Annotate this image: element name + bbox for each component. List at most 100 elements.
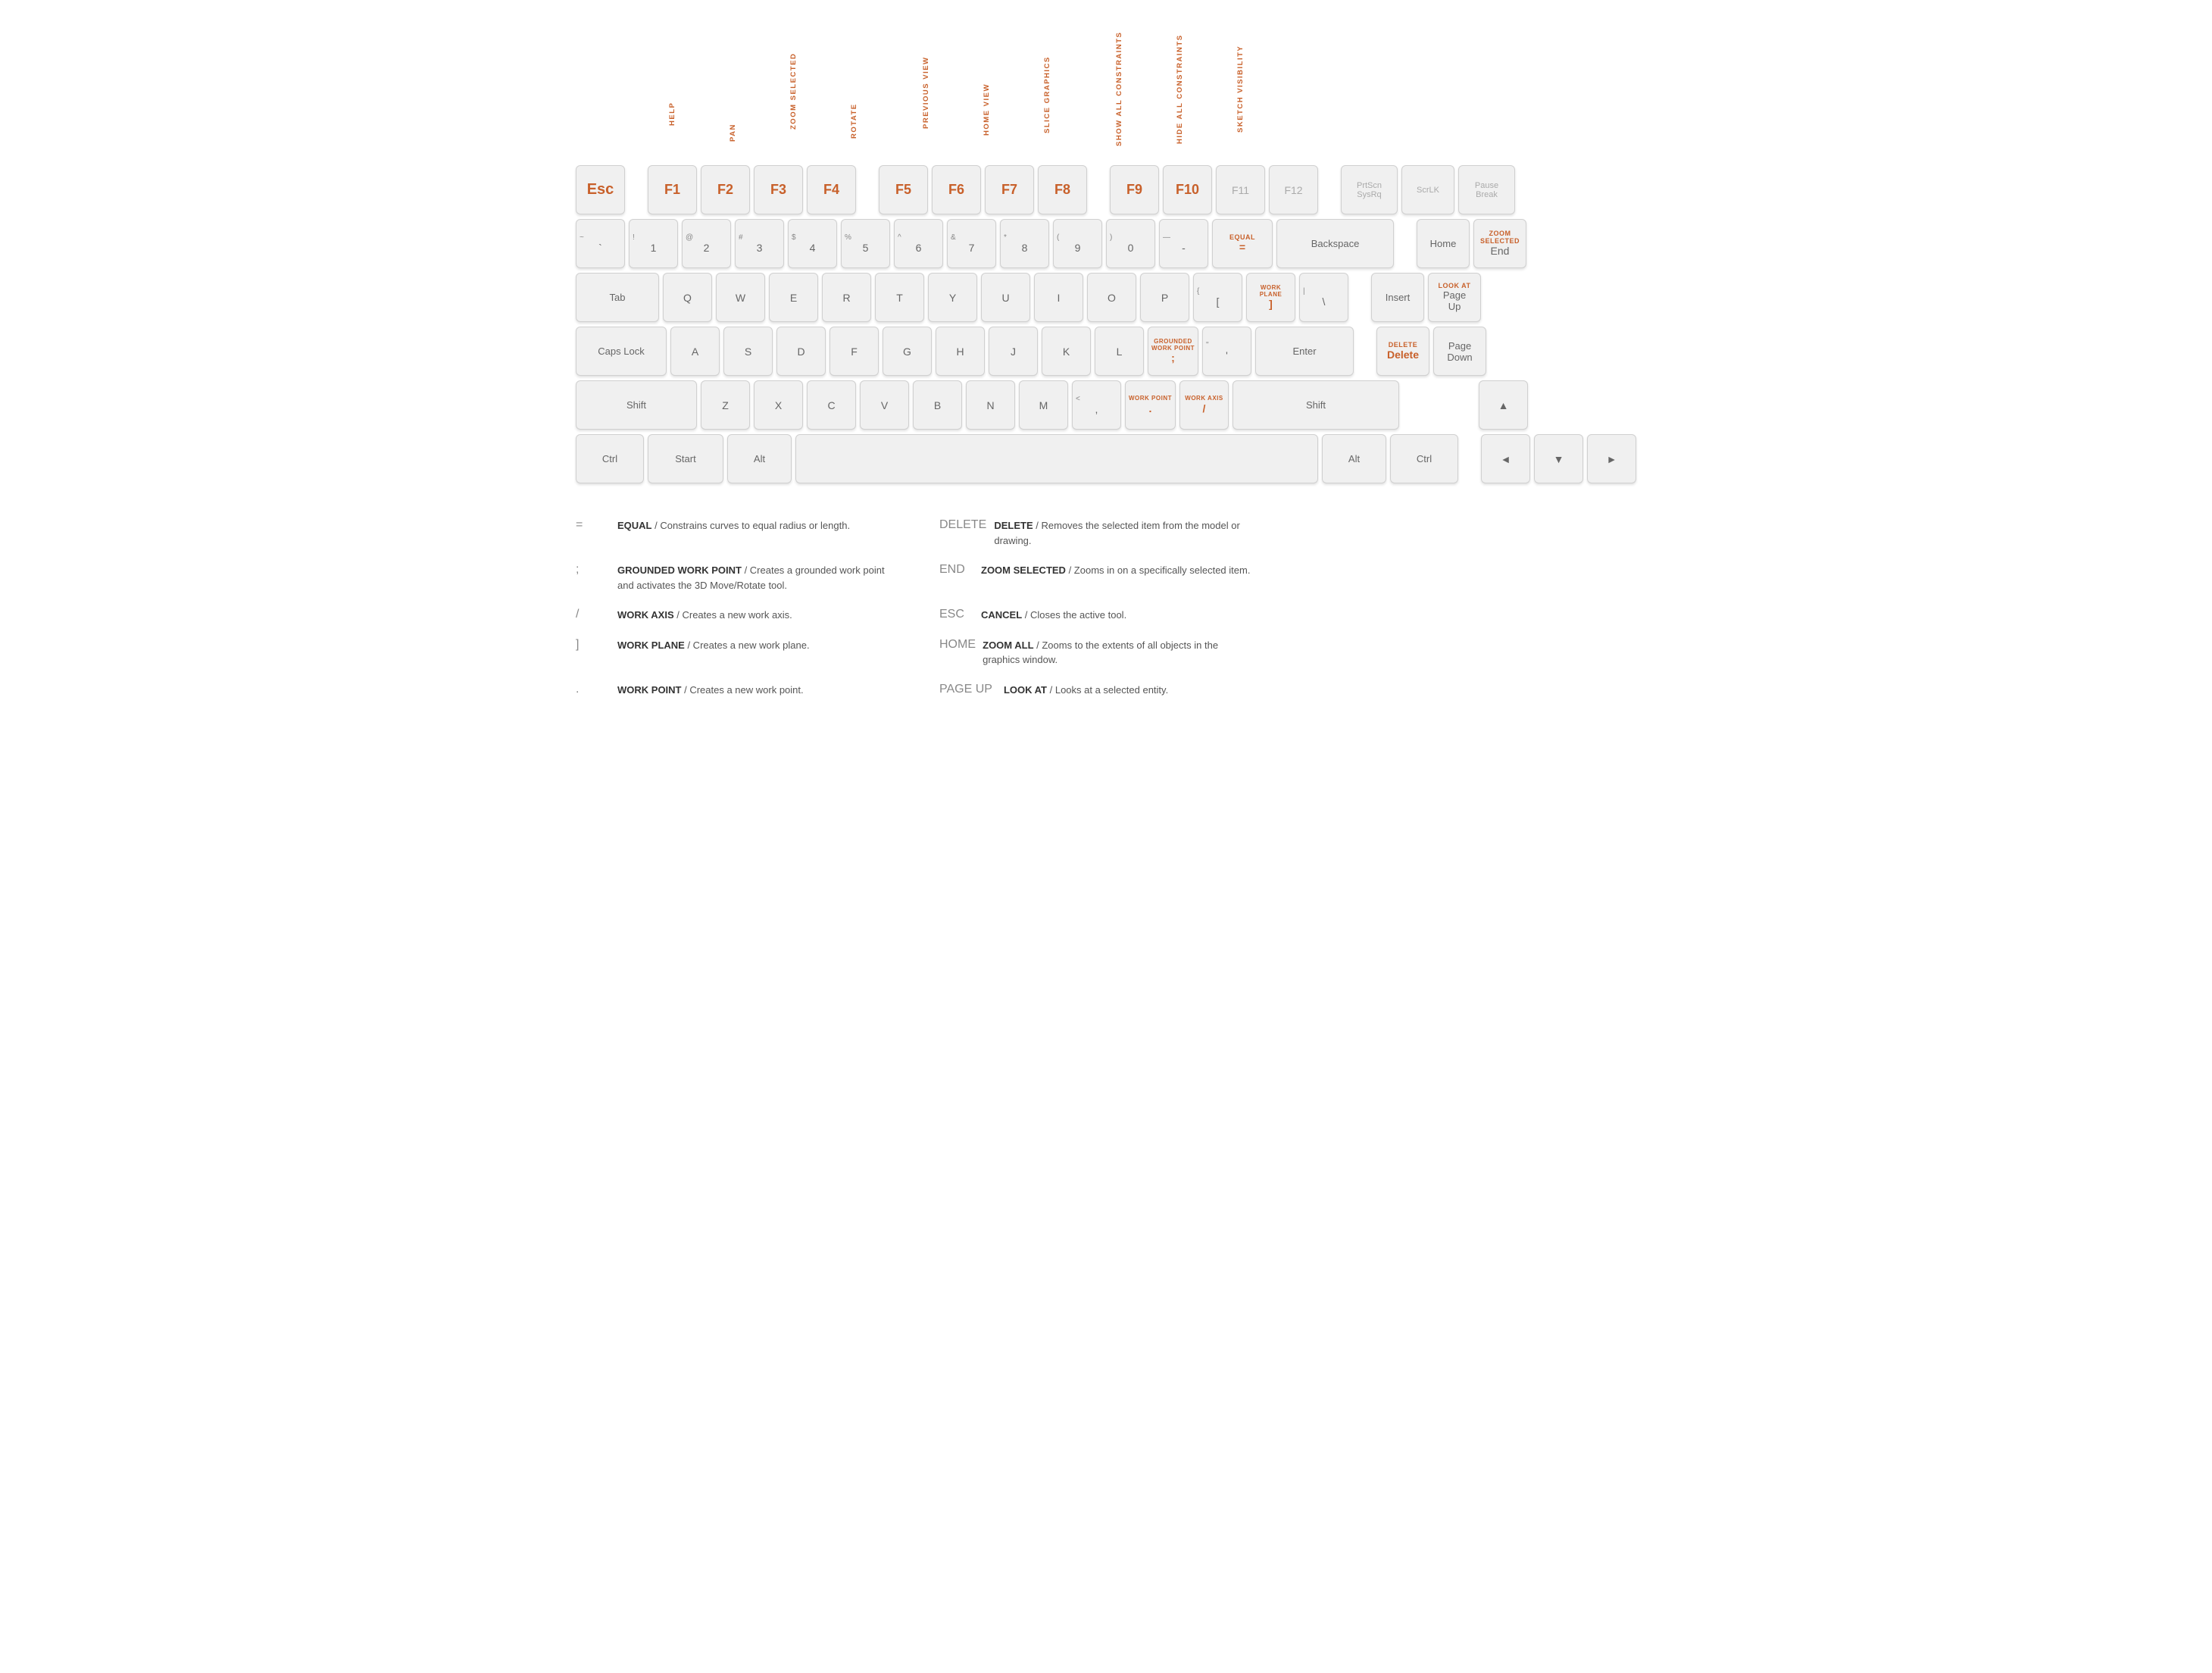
key-enter[interactable]: Enter	[1255, 327, 1354, 376]
key-a[interactable]: A	[670, 327, 720, 376]
key-prtscn[interactable]: PrtScn SysRq	[1341, 165, 1398, 214]
key-h[interactable]: H	[936, 327, 985, 376]
f9-label-cell: HIDE ALL CONSTRAINTS	[1155, 19, 1204, 159]
key-bracket-close[interactable]: WORK PLANE ]	[1246, 273, 1295, 322]
key-g[interactable]: G	[883, 327, 932, 376]
key-shift-left[interactable]: Shift	[576, 380, 697, 430]
legend-key: ]	[576, 638, 606, 652]
key-comma[interactable]: < ,	[1072, 380, 1121, 430]
key-o[interactable]: O	[1087, 273, 1136, 322]
key-esc[interactable]: Esc	[576, 165, 625, 214]
key-insert[interactable]: Insert	[1371, 273, 1424, 322]
key-6[interactable]: ^ 6	[894, 219, 943, 268]
key-ctrl-left[interactable]: Ctrl	[576, 434, 644, 483]
key-minus[interactable]: — -	[1159, 219, 1208, 268]
key-f4[interactable]: F4	[807, 165, 856, 214]
key-x[interactable]: X	[754, 380, 803, 430]
key-ctrl-right[interactable]: Ctrl	[1390, 434, 1458, 483]
key-c[interactable]: C	[807, 380, 856, 430]
key-f3[interactable]: F3	[754, 165, 803, 214]
legend-key: DELETE	[939, 518, 983, 532]
key-equal[interactable]: EQUAL =	[1212, 219, 1273, 268]
key-k[interactable]: K	[1042, 327, 1091, 376]
key-f5[interactable]: F5	[879, 165, 928, 214]
key-4[interactable]: $ 4	[788, 219, 837, 268]
key-u[interactable]: U	[981, 273, 1030, 322]
f2-label-cell: PAN	[708, 106, 758, 159]
key-z[interactable]: Z	[701, 380, 750, 430]
key-f[interactable]: F	[830, 327, 879, 376]
key-f10[interactable]: F10	[1163, 165, 1212, 214]
key-delete[interactable]: DELETE Delete	[1376, 327, 1429, 376]
legend-item: ESC CANCEL / Closes the active tool.	[939, 600, 1258, 630]
f5-label-cell: PREVIOUS VIEW	[901, 27, 951, 159]
key-f2[interactable]: F2	[701, 165, 750, 214]
key-l[interactable]: L	[1095, 327, 1144, 376]
key-arrow-down[interactable]: ▼	[1534, 434, 1583, 483]
key-tilde[interactable]: ~ `	[576, 219, 625, 268]
key-alt-left[interactable]: Alt	[727, 434, 792, 483]
key-f12[interactable]: F12	[1269, 165, 1318, 214]
key-p[interactable]: P	[1140, 273, 1189, 322]
key-end[interactable]: ZOOM SELECTED End	[1473, 219, 1526, 268]
key-d[interactable]: D	[776, 327, 826, 376]
key-home[interactable]: Home	[1417, 219, 1470, 268]
key-quote[interactable]: " '	[1202, 327, 1251, 376]
key-w[interactable]: W	[716, 273, 765, 322]
key-arrow-right[interactable]: ►	[1587, 434, 1636, 483]
key-i[interactable]: I	[1034, 273, 1083, 322]
key-f11[interactable]: F11	[1216, 165, 1265, 214]
key-7[interactable]: & 7	[947, 219, 996, 268]
key-scrlk[interactable]: ScrLK	[1401, 165, 1454, 214]
key-n[interactable]: N	[966, 380, 1015, 430]
key-arrow-up[interactable]: ▲	[1479, 380, 1528, 430]
key-arrow-left[interactable]: ◄	[1481, 434, 1530, 483]
key-f7[interactable]: F7	[985, 165, 1034, 214]
key-e[interactable]: E	[769, 273, 818, 322]
key-backspace[interactable]: Backspace	[1276, 219, 1394, 268]
legend-desc: WORK AXIS / Creates a new work axis.	[617, 608, 792, 623]
key-pause[interactable]: Pause Break	[1458, 165, 1515, 214]
key-caps-lock[interactable]: Caps Lock	[576, 327, 667, 376]
key-f1[interactable]: F1	[648, 165, 697, 214]
key-m[interactable]: M	[1019, 380, 1068, 430]
key-semicolon[interactable]: GROUNDED WORK POINT ;	[1148, 327, 1198, 376]
key-t[interactable]: T	[875, 273, 924, 322]
key-period[interactable]: WORK POINT .	[1125, 380, 1176, 430]
key-start[interactable]: Start	[648, 434, 723, 483]
key-2[interactable]: @ 2	[682, 219, 731, 268]
f6-label: HOME VIEW	[983, 61, 991, 159]
key-r[interactable]: R	[822, 273, 871, 322]
key-j[interactable]: J	[989, 327, 1038, 376]
key-f8[interactable]: F8	[1038, 165, 1087, 214]
key-s[interactable]: S	[723, 327, 773, 376]
key-slash[interactable]: WORK AXIS /	[1179, 380, 1229, 430]
f8-label-cell: SHOW ALL CONSTRAINTS	[1095, 19, 1144, 159]
key-8[interactable]: * 8	[1000, 219, 1049, 268]
f2-label: PAN	[729, 106, 737, 159]
key-5[interactable]: % 5	[841, 219, 890, 268]
key-tab[interactable]: Tab	[576, 273, 659, 322]
key-space[interactable]	[795, 434, 1318, 483]
key-bracket-open[interactable]: { [	[1193, 273, 1242, 322]
key-shift-right[interactable]: Shift	[1233, 380, 1399, 430]
key-f6[interactable]: F6	[932, 165, 981, 214]
asdf-row: Caps Lock A S D F G H J K L GROUNDED WOR…	[576, 327, 1636, 376]
key-0[interactable]: ) 0	[1106, 219, 1155, 268]
key-page-up[interactable]: LOOK AT Page Up	[1428, 273, 1481, 322]
key-page-down[interactable]: Page Down	[1433, 327, 1486, 376]
key-1[interactable]: ! 1	[629, 219, 678, 268]
key-v[interactable]: V	[860, 380, 909, 430]
legend-key: HOME	[939, 638, 971, 652]
key-f9[interactable]: F9	[1110, 165, 1159, 214]
key-9[interactable]: ( 9	[1053, 219, 1102, 268]
key-y[interactable]: Y	[928, 273, 977, 322]
key-alt-right[interactable]: Alt	[1322, 434, 1386, 483]
f3-label: ZOOM SELECTED	[789, 23, 798, 159]
key-3[interactable]: # 3	[735, 219, 784, 268]
key-backslash[interactable]: | \	[1299, 273, 1348, 322]
fkey-labels-row: HELP PAN ZOOM SELECTED ROTATE PREVIOUS V…	[576, 15, 1636, 159]
legend-key: ;	[576, 563, 606, 577]
key-q[interactable]: Q	[663, 273, 712, 322]
key-b[interactable]: B	[913, 380, 962, 430]
